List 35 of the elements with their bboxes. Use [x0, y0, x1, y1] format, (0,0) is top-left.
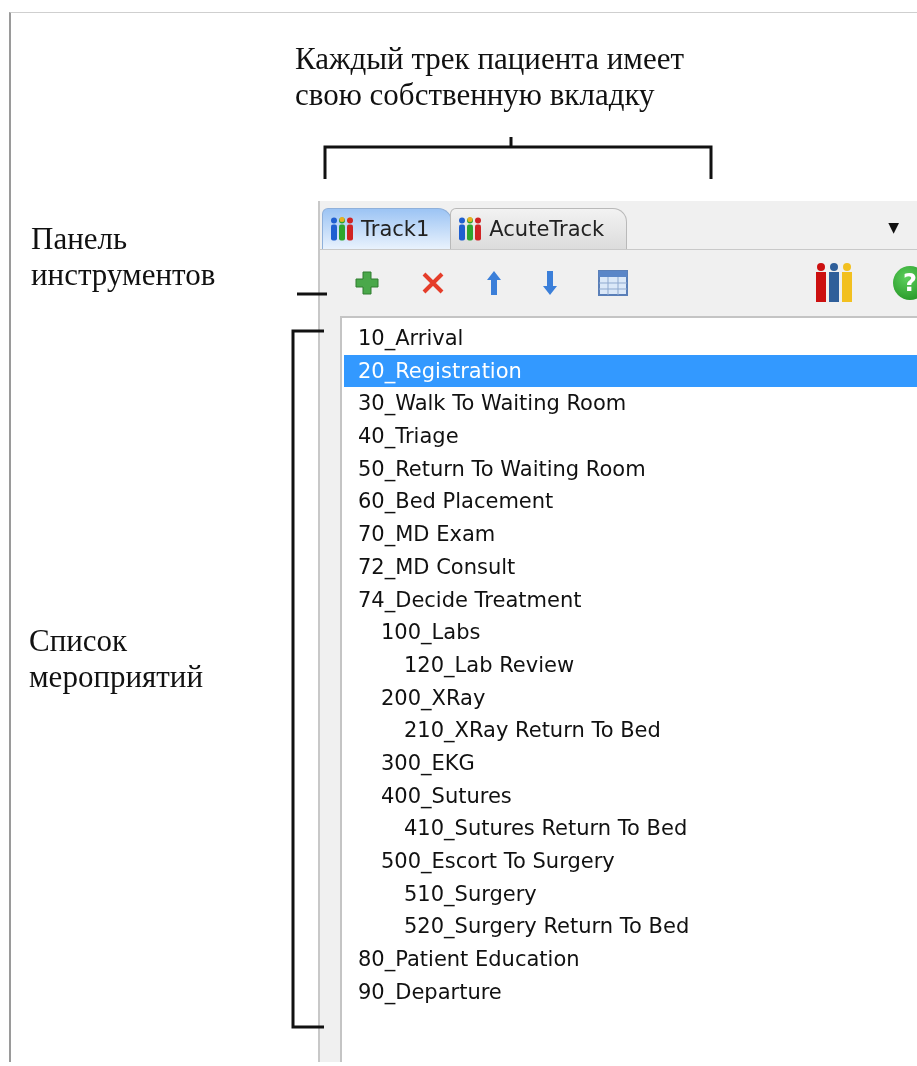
list-item[interactable]: 100_Labs — [344, 616, 917, 649]
down-arrow-icon[interactable] — [542, 269, 558, 297]
list-item[interactable]: 80_Patient Education — [344, 943, 917, 976]
callout-label: Каждый трек пациента имеет свою собственную вкладку — [295, 41, 684, 113]
list-item[interactable]: 40_Triage — [344, 420, 917, 453]
list-item[interactable]: 10_Arrival — [344, 322, 917, 355]
list-item[interactable]: 70_MD Exam — [344, 518, 917, 551]
callout-label: Панель инструментов — [31, 221, 216, 293]
list-item[interactable]: 510_Surgery — [344, 877, 917, 911]
leader-line — [297, 292, 327, 296]
people-icon[interactable] — [815, 263, 853, 303]
list-item[interactable]: 520_Surgery Return To Bed — [344, 910, 917, 944]
tab[interactable]: AcuteTrack — [450, 208, 628, 249]
list-item[interactable]: 300_EKG — [344, 746, 917, 780]
list-item[interactable]: 50_Return To Waiting Room — [344, 452, 917, 486]
list-item[interactable]: 74_Decide Treatment — [344, 583, 917, 617]
tab[interactable]: Track1 — [322, 208, 453, 249]
table-icon[interactable] — [598, 270, 628, 296]
callout-label: Список мероприятий — [29, 623, 204, 695]
tab-menu-button[interactable]: ▼ — [888, 219, 899, 235]
people-icon — [331, 217, 353, 241]
list-item[interactable]: 90_Departure — [344, 975, 917, 1009]
up-arrow-icon[interactable] — [486, 269, 502, 297]
add-icon[interactable] — [354, 270, 380, 296]
list-item[interactable]: 500_Escort To Surgery — [344, 845, 917, 878]
list-item[interactable]: 400_Sutures — [344, 779, 917, 813]
list-item[interactable]: 200_XRay — [344, 681, 917, 715]
list-item[interactable]: 410_Sutures Return To Bed — [344, 812, 917, 845]
delete-icon[interactable] — [420, 270, 446, 296]
list-item[interactable]: 210_XRay Return To Bed — [344, 714, 917, 747]
list-item[interactable]: 30_Walk To Waiting Room — [344, 387, 917, 421]
people-icon — [459, 217, 482, 241]
list-item[interactable]: 72_MD Consult — [344, 550, 917, 584]
list-item[interactable]: 60_Bed Placement — [344, 485, 917, 519]
list-item[interactable]: 120_Lab Review — [344, 648, 917, 682]
